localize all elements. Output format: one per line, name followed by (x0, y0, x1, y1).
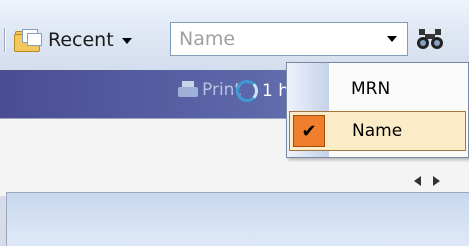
menu-item-name[interactable]: ✔ Name (289, 111, 466, 151)
print-button[interactable]: Print (178, 80, 241, 100)
refresh-icon (236, 80, 258, 102)
next-arrow-icon[interactable] (433, 176, 440, 186)
search-type-dropdown-button[interactable] (377, 23, 407, 55)
recent-folder-icon (14, 28, 44, 52)
printer-icon (178, 81, 198, 99)
menu-item-label: Name (352, 121, 403, 141)
binoculars-search-icon[interactable] (416, 26, 444, 52)
previous-arrow-icon[interactable] (414, 176, 421, 186)
search-input[interactable] (171, 23, 371, 55)
pager-arrows (414, 176, 440, 186)
menu-item-mrn[interactable]: MRN (289, 69, 466, 109)
menu-item-label: MRN (351, 79, 391, 99)
chevron-down-icon (121, 38, 132, 44)
search-combobox[interactable] (170, 22, 408, 56)
recent-label: Recent (48, 29, 114, 51)
checkmark-icon: ✔ (293, 115, 325, 147)
recent-button[interactable]: Recent (14, 24, 132, 56)
content-panel (6, 192, 469, 246)
search-type-menu: MRN ✔ Name (286, 62, 469, 158)
toolbar-separator (4, 28, 6, 52)
chevron-down-icon (387, 36, 397, 42)
